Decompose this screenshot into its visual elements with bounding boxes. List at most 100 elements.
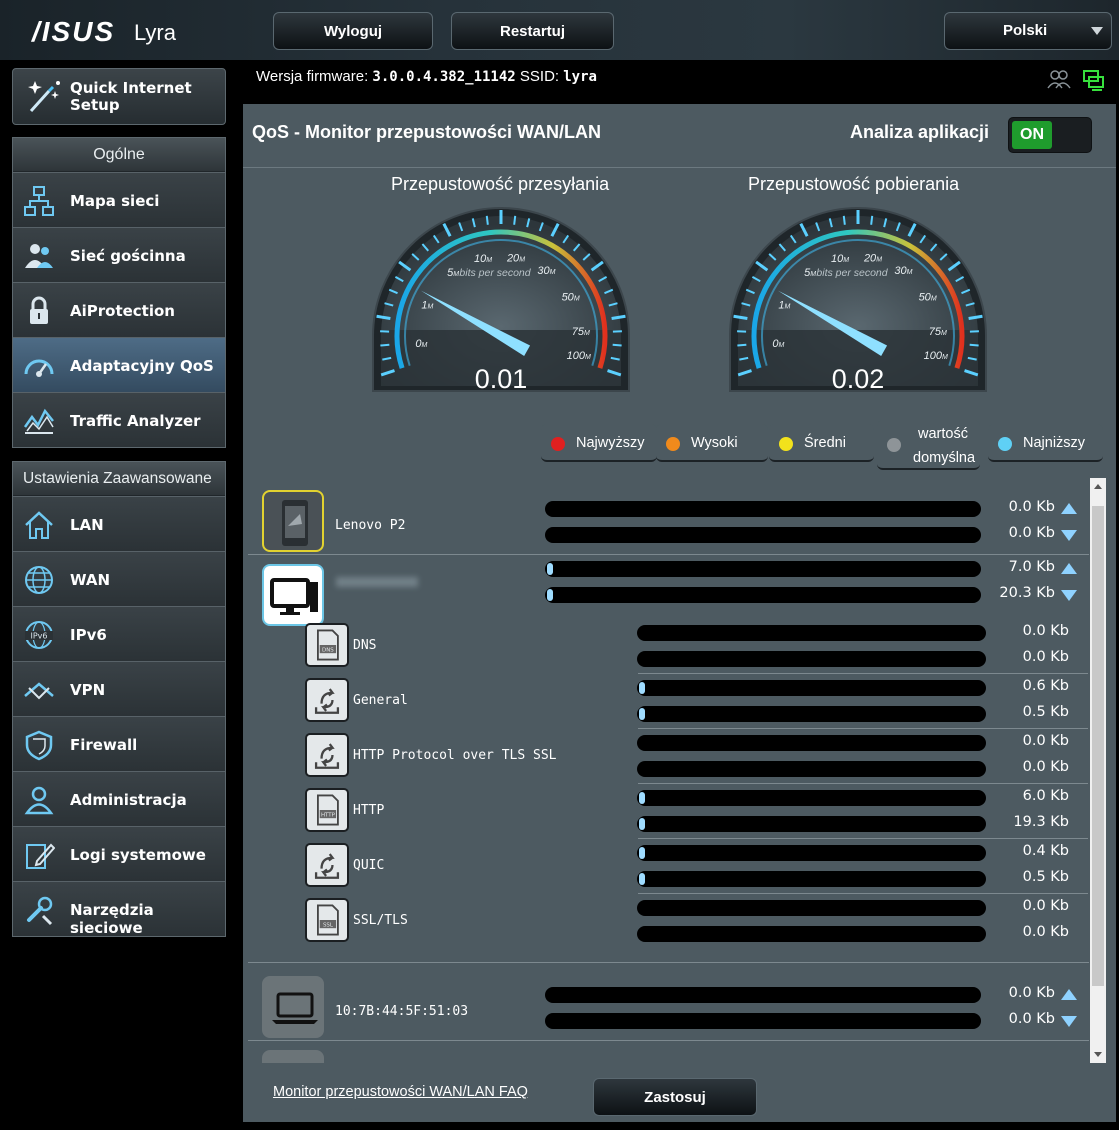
sidebar-item-logi-systemowe[interactable]: Logi systemowe <box>13 826 225 881</box>
client-row[interactable]: 10:7B:44:5F:51:03 0.0 Kb 0.0 Kb <box>248 964 1089 1041</box>
legend-label: Najniższy <box>1023 435 1086 451</box>
legend-label: Wysoki <box>691 435 738 451</box>
gauge-tick <box>737 343 747 347</box>
client-row[interactable]: Lenovo P2 0.0 Kb 0.0 Kb <box>248 478 1089 555</box>
quick-internet-setup-label: Quick Internet Setup <box>70 79 192 114</box>
client-icon-partial[interactable] <box>262 1050 324 1063</box>
svg-text:IPv6: IPv6 <box>30 632 47 641</box>
scroll-up-arrow-icon[interactable] <box>1094 484 1102 489</box>
sidebar-item-vpn[interactable]: VPN <box>13 661 225 716</box>
sidebar-item-adaptacyjny-qos[interactable]: Adaptacyjny QoS <box>13 337 225 392</box>
gauge-value: 0.01 <box>475 364 528 394</box>
app-upload-rate: 0.4 Kb <box>1022 843 1069 859</box>
network-status-icon[interactable] <box>1083 70 1104 91</box>
app-name: HTTP <box>353 803 385 818</box>
upload-bar <box>545 501 981 517</box>
gauge-scale-unit: M <box>584 330 590 337</box>
scroll-down-arrow-icon[interactable] <box>1094 1052 1102 1057</box>
restart-button[interactable]: Restartuj <box>451 12 614 50</box>
quick-internet-setup-button[interactable]: Quick Internet Setup <box>12 68 226 125</box>
sidebar-item-mapa-sieci[interactable]: Mapa sieci <box>13 172 225 227</box>
download-rate: 20.3 Kb <box>999 585 1055 601</box>
app-analysis-label: Analiza aplikacji <box>850 122 990 142</box>
general-app-icon <box>305 733 349 777</box>
app-name: QUIC <box>353 858 385 873</box>
firmware-label: Wersja firmware: <box>256 68 369 85</box>
logout-button[interactable]: Wyloguj <box>273 12 433 50</box>
app-row[interactable]: SSL SSL/TLS 0.0 Kb 0.0 Kb <box>248 893 1089 948</box>
gauge-tick <box>612 343 622 347</box>
app-row[interactable]: DNS DNS 0.0 Kb 0.0 Kb <box>248 618 1089 673</box>
upload-arrow-icon <box>1061 563 1077 574</box>
app-name: SSL/TLS <box>353 913 408 928</box>
download-bar <box>545 587 981 603</box>
app-upload-rate: 0.0 Kb <box>1022 733 1069 749</box>
gauge-tick <box>969 343 979 347</box>
app-row[interactable]: HTTP Protocol over TLS SSL 0.0 Kb 0.0 Kb <box>248 728 1089 783</box>
gauge-scale-unit: M <box>428 304 434 311</box>
gauge-scale-unit: M <box>585 354 591 361</box>
traffic-level-fill <box>639 708 645 720</box>
firmware-version[interactable]: 3.0.0.4.382_11142 <box>372 69 515 85</box>
desktop-icon[interactable] <box>262 564 324 626</box>
sidebar-item-lan[interactable]: LAN <box>13 496 225 551</box>
app-upload-rate: 0.6 Kb <box>1022 678 1069 694</box>
language-value: Polski <box>1003 22 1048 39</box>
clients-status-icon[interactable] <box>1047 70 1071 89</box>
priority-color-dot <box>887 438 901 452</box>
advanced-menu-group: Ustawienia Zaawansowane LAN WAN IPv6 IPv6 VP… <box>12 461 226 937</box>
faq-link[interactable]: Monitor przepustowości WAN/LAN FAQ <box>273 1084 528 1100</box>
sidebar-item-wan[interactable]: WAN <box>13 551 225 606</box>
status-icons <box>1047 70 1104 91</box>
sidebar: Quick Internet Setup Ogólne Mapa sieci Si… <box>0 60 234 1130</box>
chevron-down-icon <box>1091 27 1103 35</box>
sidebar-item-administracja[interactable]: Administracja <box>13 771 225 826</box>
sidebar-item-label: IPv6 <box>70 626 107 644</box>
legend-item: Średni <box>769 424 874 462</box>
gauge-scale-unit: M <box>421 342 427 349</box>
app-download-bar <box>637 651 986 667</box>
gauge-scale-unit: M <box>941 330 947 337</box>
sidebar-item-label: LAN <box>70 516 104 534</box>
language-select[interactable]: Polski <box>944 12 1112 50</box>
download-bar <box>545 1013 981 1029</box>
ssid-label: SSID: <box>519 68 560 85</box>
sidebar-item-label: Logi systemowe <box>70 846 206 864</box>
sidebar-item-firewall[interactable]: Firewall <box>13 716 225 771</box>
app-upload-bar <box>637 845 986 861</box>
laptop-icon[interactable] <box>262 976 324 1038</box>
sidebar-item-sieć-gościnna[interactable]: Sieć gościnna <box>13 227 225 282</box>
top-header: /ISUS Lyra Wyloguj Restartuj Polski <box>0 0 1119 60</box>
download-arrow-icon <box>1061 590 1077 601</box>
app-name: DNS <box>353 638 377 653</box>
app-row[interactable]: QUIC 0.4 Kb 0.5 Kb <box>248 838 1089 893</box>
sidebar-item-label: Sieć gościnna <box>70 247 186 265</box>
phone-icon[interactable] <box>262 490 324 552</box>
sidebar-item-ipv6[interactable]: IPv6 IPv6 <box>13 606 225 661</box>
legend-item: Wysoki <box>656 424 768 462</box>
app-analysis-toggle[interactable]: ON <box>1008 117 1092 153</box>
brand-logo: /ISUS <box>32 16 116 47</box>
scroll-thumb[interactable] <box>1092 506 1104 986</box>
sidebar-item-aiprotection[interactable]: AiProtection <box>13 282 225 337</box>
apply-button[interactable]: Zastosuj <box>593 1078 757 1116</box>
download-arrow-icon <box>1061 1016 1077 1027</box>
product-name: Lyra <box>134 20 176 45</box>
vpn-icon <box>24 682 54 700</box>
app-download-bar <box>637 816 986 832</box>
client-row[interactable]: 7.0 Kb 20.3 Kb DNS DNS 0.0 Kb 0.0 Kb General 0.… <box>248 556 1089 963</box>
upload-rate: 0.0 Kb <box>1008 985 1055 1001</box>
gauge-unit-caption: bits per second <box>459 267 531 279</box>
gauge-scale-unit: M <box>785 304 791 311</box>
sidebar-item-label: VPN <box>70 681 106 699</box>
sidebar-item-traffic-analyzer[interactable]: Traffic Analyzer <box>13 392 225 447</box>
speedometer-icon <box>24 359 54 377</box>
app-row[interactable]: General 0.6 Kb 0.5 Kb <box>248 673 1089 728</box>
client-list-scrollbar[interactable] <box>1090 478 1106 1063</box>
ssl-file-icon: SSL <box>305 898 349 942</box>
general-app-icon <box>305 678 349 722</box>
magic-wand-icon <box>28 81 60 113</box>
legend-label: Średni <box>804 435 846 451</box>
app-row[interactable]: HTTP HTTP 6.0 Kb 19.3 Kb <box>248 783 1089 838</box>
sidebar-item-narzędzia-sieciowe[interactable]: Narzędzia sieciowe <box>13 881 225 937</box>
